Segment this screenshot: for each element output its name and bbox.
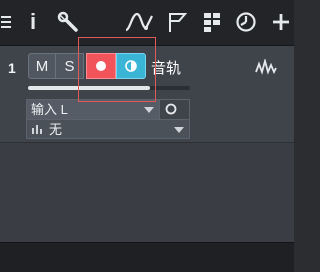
toolbar: i — [0, 0, 294, 46]
record-arm-button[interactable] — [86, 53, 116, 79]
io-panel: 输入 L 无 — [26, 99, 190, 139]
bottom-bar — [0, 242, 294, 272]
input-select-value: 输入 L — [31, 102, 68, 117]
solo-button[interactable]: S — [56, 53, 84, 79]
menu-icon[interactable] — [0, 10, 14, 34]
input-monitor-toggle[interactable] — [164, 102, 178, 116]
grid-icon[interactable] — [202, 10, 222, 34]
track-list: 1 M S 音轨 输入 L 无 — [0, 46, 294, 242]
output-select-value: 无 — [49, 122, 63, 137]
clock-icon[interactable] — [235, 10, 257, 34]
circle-icon — [165, 103, 177, 115]
track-row[interactable]: 1 M S 音轨 输入 L 无 — [0, 46, 294, 143]
track-name[interactable]: 音轨 — [151, 57, 181, 78]
flag-icon[interactable] — [165, 10, 189, 34]
wrench-icon[interactable] — [56, 10, 80, 34]
monitor-button[interactable] — [116, 53, 146, 79]
add-icon[interactable] — [270, 10, 292, 34]
input-select[interactable]: 输入 L — [27, 100, 160, 119]
monitor-icon — [125, 60, 137, 72]
output-select[interactable]: 无 — [27, 119, 189, 138]
automation-curve-icon[interactable] — [124, 10, 154, 34]
chevron-down-icon — [144, 107, 154, 113]
volume-fader[interactable] — [28, 86, 190, 90]
info-icon[interactable]: i — [26, 9, 40, 34]
record-icon — [96, 61, 106, 71]
chevron-down-icon — [174, 127, 184, 133]
waveform-icon[interactable] — [255, 59, 277, 75]
track-number: 1 — [8, 60, 16, 76]
level-bars-icon — [32, 125, 42, 134]
mute-button[interactable]: M — [28, 53, 56, 79]
volume-fader-fill — [28, 86, 150, 90]
